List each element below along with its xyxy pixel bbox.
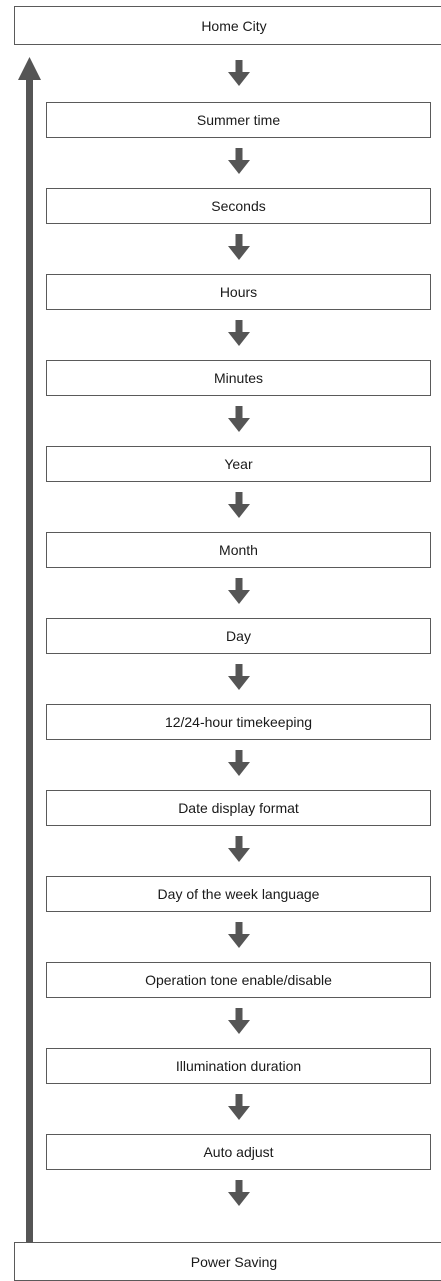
arrow-down-icon bbox=[228, 60, 250, 86]
arrow-down-icon bbox=[228, 406, 250, 432]
step-box: Auto adjust bbox=[46, 1134, 431, 1170]
step-box: Year bbox=[46, 446, 431, 482]
step-box: Day bbox=[46, 618, 431, 654]
step-box: Minutes bbox=[46, 360, 431, 396]
step-box: Month bbox=[46, 532, 431, 568]
arrow-down-icon bbox=[228, 1008, 250, 1034]
arrow-down-icon bbox=[228, 922, 250, 948]
step-box: Summer time bbox=[46, 102, 431, 138]
step-home-city: Home City bbox=[14, 6, 441, 45]
arrow-down-icon bbox=[228, 836, 250, 862]
step-power-saving: Power Saving bbox=[14, 1242, 441, 1281]
step-box: Seconds bbox=[46, 188, 431, 224]
arrow-down-icon bbox=[228, 148, 250, 174]
step-box: 12/24-hour timekeeping bbox=[46, 704, 431, 740]
arrow-down-icon bbox=[228, 1180, 250, 1206]
step-box: Illumination duration bbox=[46, 1048, 431, 1084]
arrow-down-icon bbox=[228, 320, 250, 346]
arrow-down-icon bbox=[228, 234, 250, 260]
step-box: Date display format bbox=[46, 790, 431, 826]
step-box: Operation tone enable/disable bbox=[46, 962, 431, 998]
arrow-down-icon bbox=[228, 1094, 250, 1120]
arrow-down-icon bbox=[228, 492, 250, 518]
arrow-down-icon bbox=[228, 750, 250, 776]
step-box: Hours bbox=[46, 274, 431, 310]
settings-flow-diagram: Home City Summer time Seconds Hours Minutes… bbox=[0, 0, 441, 1281]
arrow-down-icon bbox=[228, 578, 250, 604]
step-box: Day of the week language bbox=[46, 876, 431, 912]
arrow-down-icon bbox=[228, 664, 250, 690]
